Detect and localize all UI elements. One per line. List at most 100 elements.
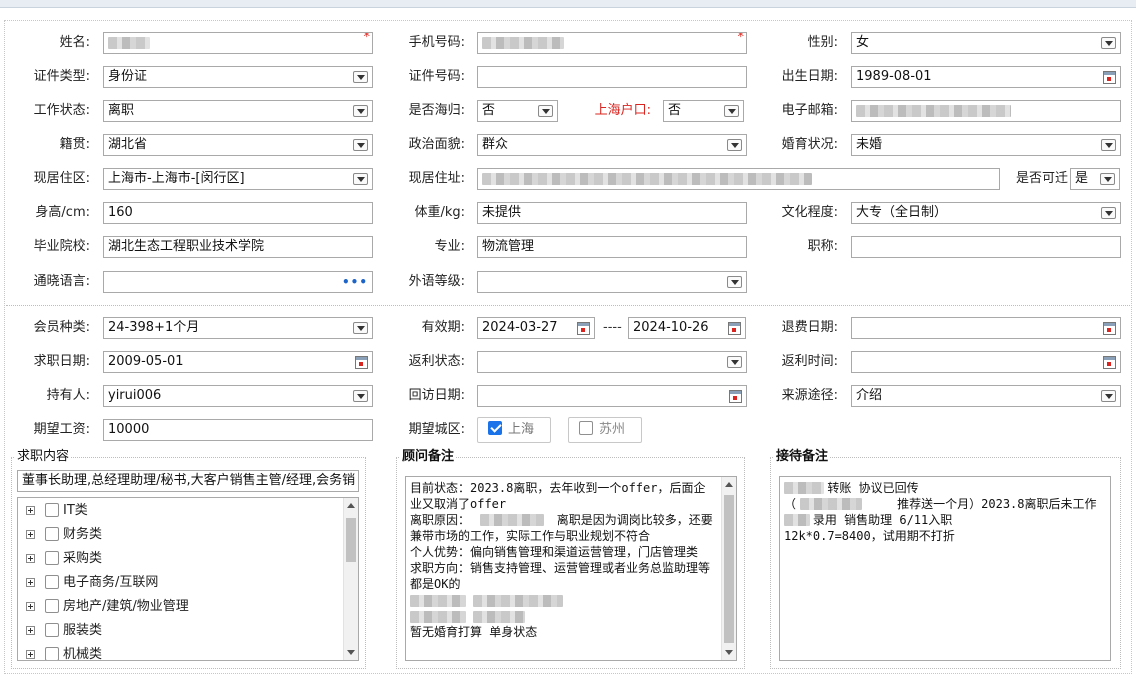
relocate-select[interactable]: 是 <box>1070 168 1120 190</box>
more-icon[interactable]: ••• <box>342 275 368 289</box>
weight-input[interactable]: 未提供 <box>477 202 747 224</box>
expected-salary-input[interactable]: 10000 <box>103 419 373 441</box>
source-select[interactable]: 介绍 <box>851 385 1121 407</box>
checkbox-icon[interactable] <box>45 503 59 517</box>
scroll-up-icon[interactable] <box>725 482 733 487</box>
tree-item[interactable]: 房地产/建筑/物业管理 <box>26 597 189 617</box>
calendar-icon[interactable] <box>355 356 368 369</box>
valid-start-input[interactable]: 2024-03-27 <box>477 317 595 339</box>
tree-item[interactable]: 服装类 <box>26 621 102 641</box>
member-type-select[interactable]: 24-398+1个月 <box>103 317 373 339</box>
notes-scrollbar[interactable] <box>721 477 736 660</box>
education-select[interactable]: 大专（全日制） <box>851 202 1121 224</box>
chevron-down-icon[interactable] <box>1101 37 1116 49</box>
valid-end-input[interactable]: 2024-10-26 <box>628 317 746 339</box>
expand-plus-icon[interactable] <box>26 530 35 539</box>
calendar-icon[interactable] <box>1103 71 1116 84</box>
current-area-select[interactable]: 上海市-上海市-[闵行区] <box>103 168 373 190</box>
returnee-select[interactable]: 否 <box>477 100 558 122</box>
calendar-icon[interactable] <box>728 322 741 335</box>
marital-status-label: 婚育状况: <box>781 137 838 152</box>
job-seek-date-input[interactable]: 2009-05-01 <box>103 351 373 373</box>
reception-notes-textarea[interactable]: 转账 协议已回传 （ 推荐送一个月）2023.8离职后未工作 录用 销售助理 6… <box>779 476 1111 661</box>
chevron-down-icon[interactable] <box>727 139 742 151</box>
tree-item[interactable]: 采购类 <box>26 549 102 569</box>
city-option-suzhou[interactable]: 苏州 <box>568 417 642 443</box>
expand-plus-icon[interactable] <box>26 506 35 515</box>
chevron-down-icon[interactable] <box>353 322 368 334</box>
checkbox-icon[interactable] <box>45 527 59 541</box>
rebate-time-input[interactable] <box>851 351 1121 373</box>
political-status-select[interactable]: 群众 <box>477 134 747 156</box>
refund-date-input[interactable] <box>851 317 1121 339</box>
calendar-icon[interactable] <box>1103 322 1116 335</box>
tree-item[interactable]: 电子商务/互联网 <box>26 573 158 593</box>
job-content-summary-input[interactable]: 董事长助理,总经理助理/秘书,大客户销售主管/经理,会务销 <box>17 470 359 492</box>
expand-plus-icon[interactable] <box>26 578 35 587</box>
checkbox-icon[interactable] <box>45 647 59 660</box>
marital-status-select[interactable]: 未婚 <box>851 134 1121 156</box>
consultant-notes-textarea[interactable]: 目前状态：2023.8离职，去年收到一个offer，后面企业又取消了offer … <box>405 476 737 661</box>
chevron-down-icon[interactable] <box>1100 173 1115 185</box>
checkbox-icon[interactable] <box>579 421 593 435</box>
birth-date-input[interactable]: 1989-08-01 <box>851 66 1121 88</box>
chevron-down-icon[interactable] <box>1101 390 1116 402</box>
chevron-down-icon[interactable] <box>353 105 368 117</box>
tree-item[interactable]: 机械类 <box>26 645 102 660</box>
scroll-thumb[interactable] <box>346 518 356 562</box>
tree-item[interactable]: IT类 <box>26 501 88 521</box>
chevron-down-icon[interactable] <box>353 390 368 402</box>
current-address-input[interactable] <box>477 168 1000 190</box>
phone-input[interactable]: * <box>477 32 747 54</box>
height-input[interactable]: 160 <box>103 202 373 224</box>
scroll-down-icon[interactable] <box>347 650 355 655</box>
scroll-up-icon[interactable] <box>347 503 355 508</box>
languages-input[interactable]: ••• <box>103 271 373 293</box>
top-bar <box>0 0 1136 8</box>
work-status-select[interactable]: 离职 <box>103 100 373 122</box>
email-input[interactable] <box>851 100 1121 122</box>
chevron-down-icon[interactable] <box>353 173 368 185</box>
expand-plus-icon[interactable] <box>26 602 35 611</box>
chevron-down-icon[interactable] <box>353 139 368 151</box>
rebate-time-label: 返利时间: <box>781 354 838 369</box>
checkbox-icon[interactable] <box>45 623 59 637</box>
chevron-down-icon[interactable] <box>538 105 553 117</box>
job-category-tree[interactable]: IT类 财务类 采购类 电子商务/互联网 房地产/建筑/物业管理 服装类 机械类 <box>17 497 359 661</box>
scroll-down-icon[interactable] <box>725 650 733 655</box>
tree-item[interactable]: 财务类 <box>26 525 102 545</box>
checkbox-icon[interactable] <box>45 599 59 613</box>
id-type-select[interactable]: 身份证 <box>103 66 373 88</box>
scroll-thumb[interactable] <box>724 495 734 643</box>
major-input[interactable]: 物流管理 <box>477 236 747 258</box>
chevron-down-icon[interactable] <box>1101 207 1116 219</box>
section-divider <box>6 305 1130 306</box>
expand-plus-icon[interactable] <box>26 626 35 635</box>
checkbox-icon[interactable] <box>45 551 59 565</box>
calendar-icon[interactable] <box>729 390 742 403</box>
rebate-status-select[interactable] <box>477 351 747 373</box>
chevron-down-icon[interactable] <box>724 105 739 117</box>
calendar-icon[interactable] <box>1103 356 1116 369</box>
native-place-select[interactable]: 湖北省 <box>103 134 373 156</box>
chevron-down-icon[interactable] <box>727 276 742 288</box>
chevron-down-icon[interactable] <box>1101 139 1116 151</box>
revisit-date-input[interactable] <box>477 385 747 407</box>
gender-select[interactable]: 女 <box>851 32 1121 54</box>
checkbox-icon[interactable] <box>45 575 59 589</box>
foreign-level-select[interactable] <box>477 271 747 293</box>
id-number-input[interactable] <box>477 66 747 88</box>
city-option-shanghai[interactable]: 上海 <box>477 417 551 443</box>
name-input[interactable]: * <box>103 32 373 54</box>
checkbox-checked-icon[interactable] <box>488 421 502 435</box>
shanghai-hukou-select[interactable]: 否 <box>663 100 744 122</box>
chevron-down-icon[interactable] <box>353 71 368 83</box>
expand-plus-icon[interactable] <box>26 554 35 563</box>
tree-scrollbar[interactable] <box>343 498 358 660</box>
school-input[interactable]: 湖北生态工程职业技术学院 <box>103 236 373 258</box>
expand-plus-icon[interactable] <box>26 650 35 659</box>
chevron-down-icon[interactable] <box>727 356 742 368</box>
holder-select[interactable]: yirui006 <box>103 385 373 407</box>
calendar-icon[interactable] <box>577 322 590 335</box>
title-input[interactable] <box>851 236 1121 258</box>
